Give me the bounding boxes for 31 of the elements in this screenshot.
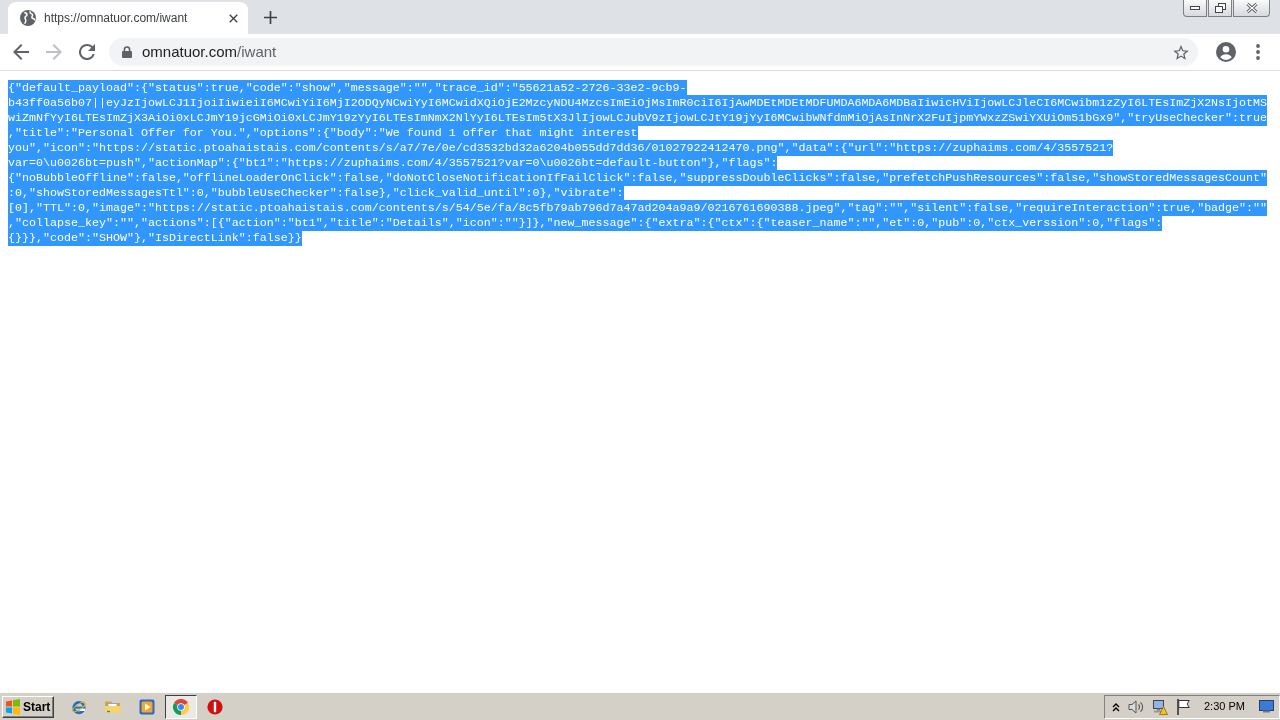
flag-icon[interactable] (1176, 698, 1190, 715)
media-player-icon[interactable] (139, 698, 155, 715)
show-desktop-icon[interactable] (1258, 700, 1274, 713)
reload-icon[interactable] (79, 44, 95, 60)
browser-e-icon[interactable] (71, 698, 87, 715)
menu-icon[interactable] (1256, 44, 1260, 60)
lock-icon (122, 46, 132, 58)
minimize-button[interactable] (1183, 0, 1207, 17)
chevron-up-icon[interactable] (1112, 701, 1120, 712)
address-bar[interactable]: omnatuor.com/iwant (109, 38, 1198, 66)
restore-button[interactable] (1208, 0, 1232, 17)
minimize-icon (1190, 6, 1200, 10)
start-button[interactable]: Start (2, 695, 54, 718)
browser-tab[interactable]: https://omnatuor.com/iwant (8, 2, 248, 34)
plus-icon[interactable] (264, 10, 277, 24)
close-button[interactable] (1233, 0, 1270, 17)
star-icon[interactable] (1173, 44, 1189, 60)
taskbar-clock[interactable]: 2:30 PM (1204, 698, 1245, 715)
windows-logo-icon (5, 698, 21, 715)
globe-icon (20, 10, 36, 26)
speaker-icon[interactable] (1128, 698, 1144, 715)
close-icon (1245, 3, 1258, 13)
network-icon[interactable] (1152, 698, 1168, 715)
alert-icon[interactable] (207, 698, 223, 715)
taskbar-button[interactable] (165, 694, 197, 719)
back-arrow-icon[interactable] (13, 44, 29, 60)
close-icon[interactable] (229, 13, 238, 23)
restore-icon (1214, 3, 1226, 13)
json-response-text: {"default_payload":{"status":true,"code":"show","message":"","trace_id":"55621a52-2726-33e2-9cb9- b43ff0a56b07||eyJzIjowLCJ1IjoiIiwieiI6MCwiYiI6MjI2ODQyNCwiYyI6MCwidXQiOjE2MzcyNDU4MzcsImEiOjMsImR0ciI6IjAwMDEtMDEtMDFUMDA6MDA6MDBaIiwicHViIjowLCJleCI6MCwibm1zZyI6LTEsImZjX2NsIjotMS wiZmNfYyI6LTEsImZjX3AiOi0xLCJmY19jcGMiOi0xLCJmY19zYyI6LTEsImNmX2NlYyI6LTEsIm5tX3JlIjowLCJubV9zIjowLCJtY19jYyI6MCwibWNfdmMiOjAsInNrX2FuIjpmYWxzZSwiYXUiOm51bGx9","tryUseChecker":true ,"title":"Personal Offer for You.","options":{"body":"We found 1 offer that might interest you","icon":"https://static.ptoahaistais.com/contents/s/a7/7e/0e/cd3532bd32a6204b055dd7dd36/01027922412470.png","data":{"url":"https://zuphaims.com/4/3557521? var=0\u0026bt=push","actionMap":{"bt1":"https://zuphaims.com/4/3557521?var=0\u0026bt=default-button"},"flags": {"noBubbleOffline":false,"offlineLoaderOnClick":false,"doNotCloseNotificationIfFailClick":false,"suppressDoubleClicks":false,"prefetchPushResources":false,"showStoredMessagesCount" :0,"showStoredMessagesTtl":0,"bubbleUseChecker":false},"click_valid_until":0},"vibrate": [0],"TTL":0,"image":"https://static.ptoahaistais.com/contents/s/54/5e/fa/8c5fb79ab796d7a47ad204a9a9/0216761690388.jpeg","tag":"","silent":false,"requireInteraction":true,"badge":"" ,"collapse_key":"","actions":[{"action":"bt1","title":"Details","icon":""}]},"new_message":{"extra":{"ctx":{"teaser_name":"","et":0,"pub":0,"ctx_verssion":0,"flags": {}}},"code":"SHOW"},"IsDirectLink":false}} (8, 81, 1268, 246)
chrome-logo-icon (173, 698, 189, 715)
account-icon[interactable] (1216, 42, 1236, 62)
